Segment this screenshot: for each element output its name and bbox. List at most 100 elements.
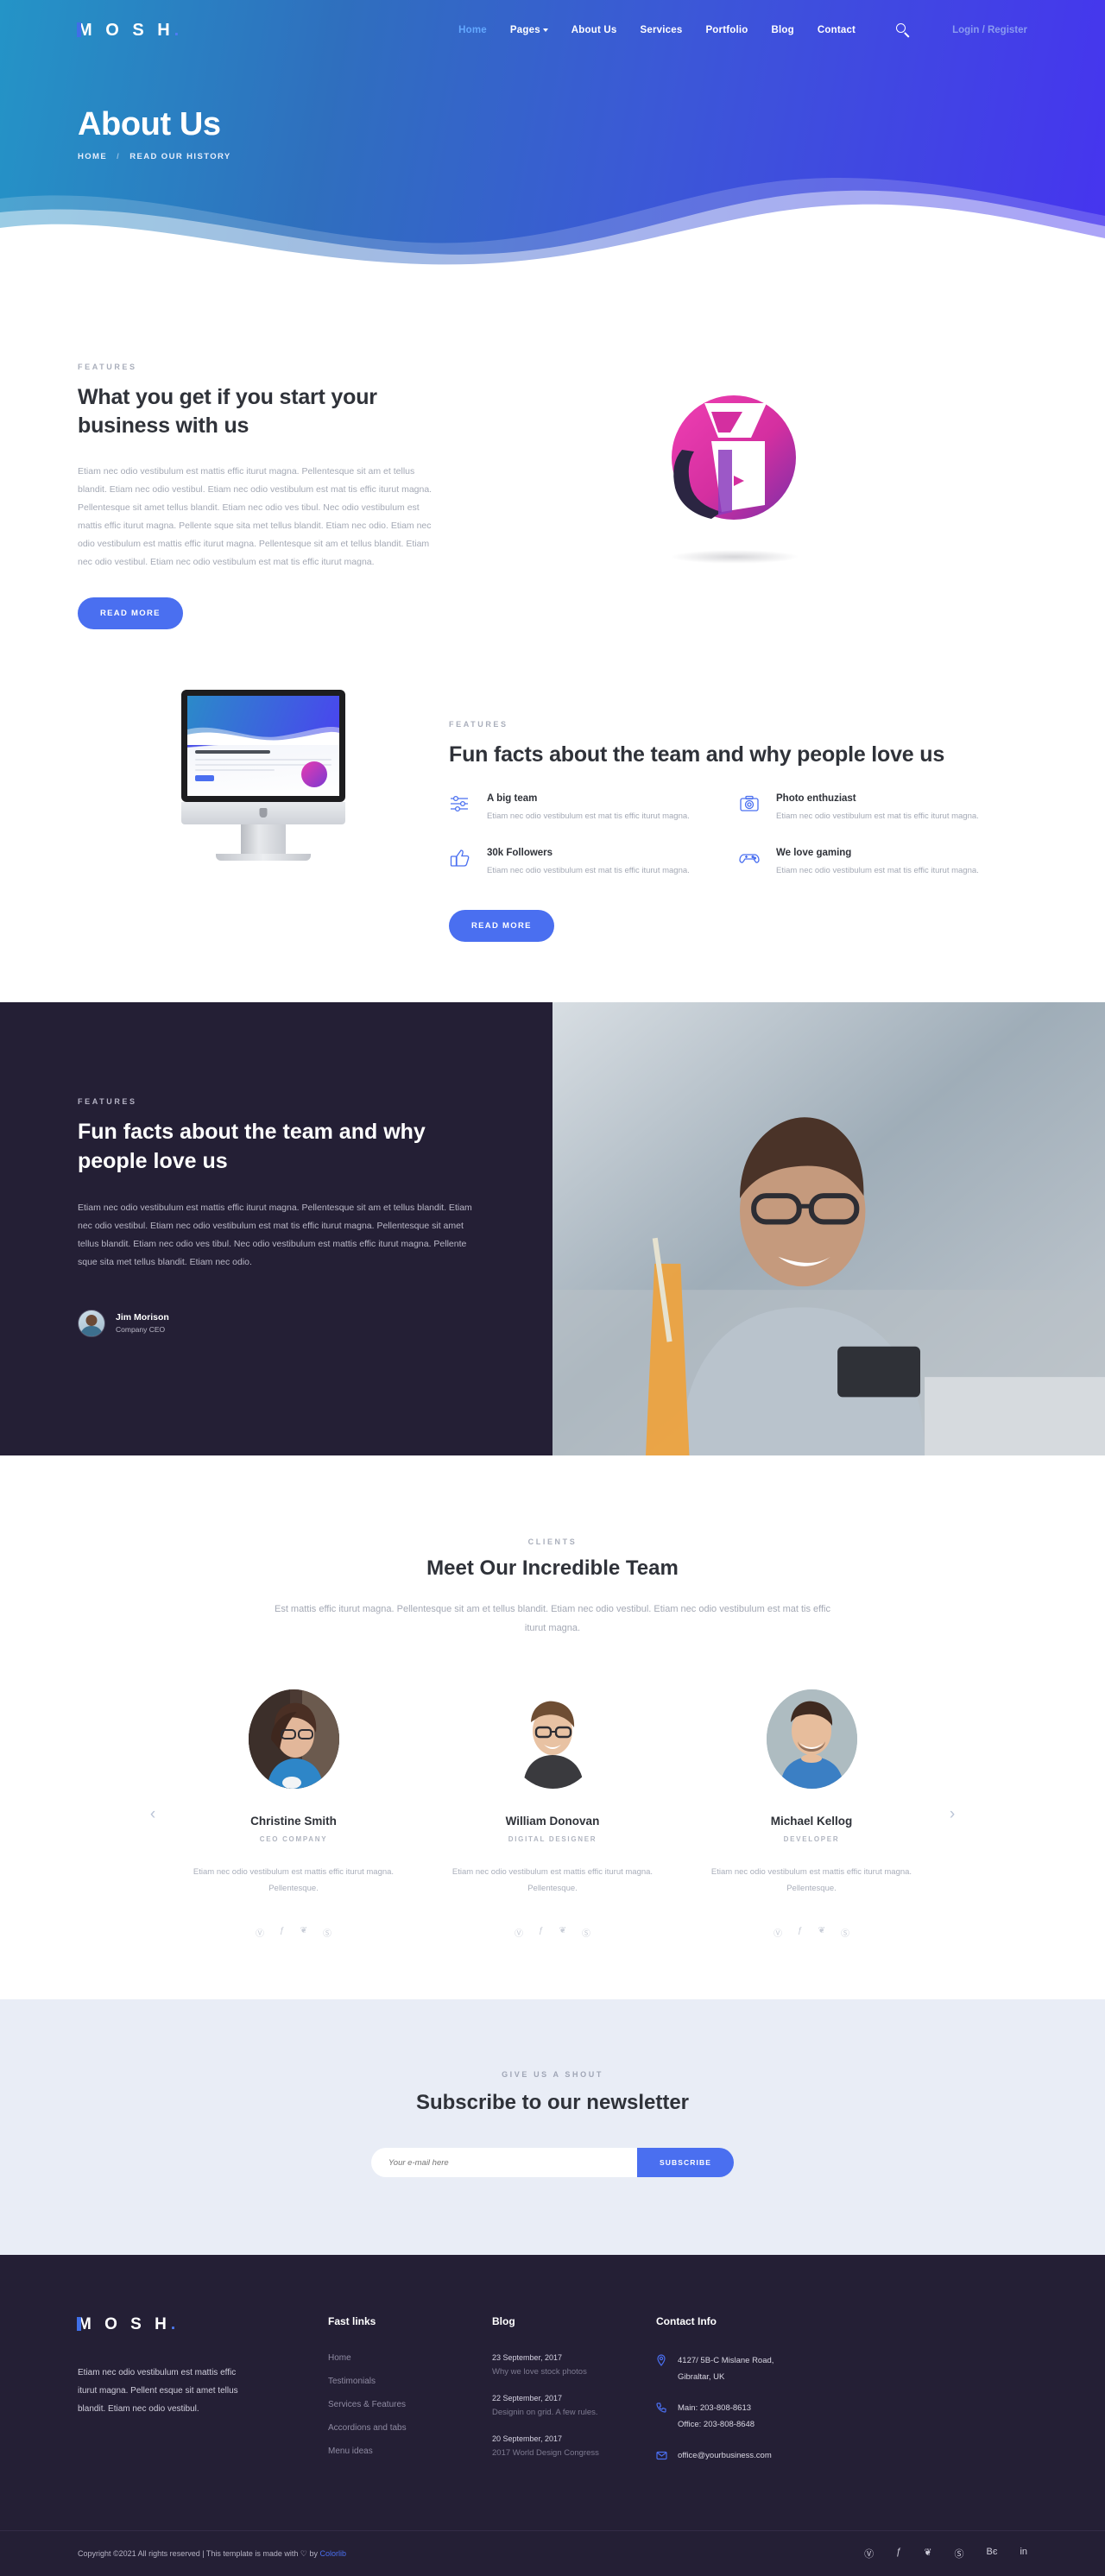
team-member-socials: Ⓥ ƒ ❦ Ⓢ (440, 1926, 665, 1939)
footer-link-menu-ideas[interactable]: Menu ideas (328, 2447, 492, 2456)
footer-link-home[interactable]: Home (328, 2353, 492, 2363)
footer-logo-dot: . (170, 2315, 180, 2334)
newsletter-title: Subscribe to our newsletter (415, 2091, 690, 2115)
nav-item-portfolio[interactable]: Portfolio (705, 25, 748, 35)
facebook-icon[interactable]: ƒ (798, 1926, 803, 1939)
footer-about-text: Etiam nec odio vestibulum est mattis eff… (78, 2368, 238, 2415)
feature-item: Photo enthuziast Etiam nec odio vestibul… (738, 793, 1027, 825)
feature-item-desc: Etiam nec odio vestibulum est mat tis ef… (487, 811, 690, 821)
feature-item: A big team Etiam nec odio vestibulum est… (449, 793, 738, 825)
feature-item: 30k Followers Etiam nec odio vestibulum … (449, 848, 738, 880)
feature-item-title: A big team (487, 793, 538, 804)
logo-text: M O S H (78, 20, 174, 40)
footer-blog-item[interactable]: 23 September, 2017 Why we love stock pho… (492, 2353, 656, 2377)
email-input[interactable] (371, 2148, 637, 2178)
team-member-desc: Etiam nec odio vestibulum est mattis eff… (710, 1867, 912, 1894)
feature-item: We love gaming Etiam nec odio vestibulum… (738, 848, 1027, 880)
pinterest-icon[interactable]: Ⓥ (864, 2547, 874, 2560)
footer-contact-title: Contact Info (656, 2315, 717, 2328)
behance-icon[interactable]: Bє (986, 2547, 997, 2560)
colorlib-link[interactable]: Colorlib (320, 2549, 347, 2558)
envelope-icon (656, 2448, 668, 2465)
footer-blog-date: 20 September, 2017 (492, 2434, 563, 2444)
nav-item-contact[interactable]: Contact (818, 25, 856, 35)
pinterest-icon[interactable]: Ⓥ (515, 1926, 523, 1939)
footer-link-accordions-tabs[interactable]: Accordions and tabs (328, 2423, 492, 2433)
chevron-right-icon[interactable]: › (941, 1803, 963, 1826)
phone-icon (656, 2401, 668, 2433)
newsletter-section: GIVE US A SHOUT Subscribe to our newslet… (0, 1999, 1105, 2256)
instagram-icon[interactable]: Ⓢ (582, 1926, 590, 1939)
funfacts-title: Fun facts about the team and why people … (449, 742, 945, 767)
linkedin-icon[interactable]: in (1020, 2547, 1027, 2560)
instagram-icon[interactable]: Ⓢ (323, 1926, 332, 1939)
feature-item-desc: Etiam nec odio vestibulum est mat tis ef… (776, 865, 979, 875)
funfacts-feature-grid: A big team Etiam nec odio vestibulum est… (449, 793, 1027, 901)
subscribe-button[interactable]: SUBSCRIBE (637, 2148, 734, 2178)
team-member-photo (248, 1689, 339, 1790)
footer-link-testimonials[interactable]: Testimonials (328, 2377, 492, 2386)
features-image-column (440, 358, 1027, 583)
imac-chin (181, 802, 345, 824)
footer-blog-item[interactable]: 22 September, 2017 Designin on grid. A f… (492, 2394, 656, 2417)
team-lead: Est mattis effic iturut magna. Pellentes… (274, 1604, 830, 1634)
footer-blog-title-text: 2017 World Design Congress (492, 2448, 599, 2459)
features-eyebrow: FEATURES (78, 363, 137, 371)
facebook-icon[interactable]: ƒ (539, 1926, 544, 1939)
site-logo[interactable]: M O S H. (77, 20, 183, 41)
contact-email-text[interactable]: office@yourbusiness.com (678, 2448, 772, 2465)
team-member-role: DEVELOPER (783, 1835, 840, 1844)
footer-link-services-features[interactable]: Services & Features (328, 2400, 492, 2409)
dribbble-icon[interactable]: Ⓢ (954, 2547, 963, 2560)
feature-item-text: We love gaming Etiam nec odio vestibulum… (776, 848, 979, 880)
imac-screen-body (187, 744, 339, 787)
imac-screen-wave (187, 727, 339, 745)
footer-fastlinks-list: Home Testimonials Services & Features Ac… (328, 2353, 492, 2456)
footer-contact-column: Contact Info 4127/ 5B-C Mislane Road, Gi… (656, 2315, 915, 2480)
facebook-icon[interactable]: ƒ (896, 2547, 901, 2560)
imac-screen-heading-bar (195, 750, 270, 754)
search-icon[interactable] (895, 22, 911, 38)
dark-body: Etiam nec odio vestibulum est mattis eff… (78, 1202, 472, 1267)
funfacts-read-more-button[interactable]: READ MORE (449, 910, 554, 943)
facebook-icon[interactable]: ƒ (280, 1926, 285, 1939)
team-member-name: Michael Kellog (770, 1815, 853, 1828)
login-register-link[interactable]: Login / Register (952, 25, 1027, 35)
abstract-sphere-graphic (622, 367, 846, 583)
team-member-role: DIGITAL DESIGNER (508, 1835, 597, 1844)
copyright-by: by (307, 2548, 320, 2558)
imac-screen-button (195, 775, 214, 781)
newsletter-form: SUBSCRIBE (371, 2148, 734, 2178)
location-pin-icon (656, 2353, 668, 2385)
footer-logo[interactable]: M O S H. (77, 2315, 328, 2334)
feature-item-text: 30k Followers Etiam nec odio vestibulum … (487, 848, 690, 880)
nav-item-about-us[interactable]: About Us (571, 25, 617, 35)
sliders-icon (449, 793, 475, 825)
instagram-icon[interactable]: Ⓢ (841, 1926, 849, 1939)
nav-item-home[interactable]: Home (458, 25, 487, 35)
breadcrumb-separator: / (117, 152, 121, 161)
nav-menu: Home Pages About Us Services Portfolio B… (458, 25, 856, 35)
footer-blog-date: 23 September, 2017 (492, 2353, 563, 2363)
team-member: Michael Kellog DEVELOPER Etiam nec odio … (682, 1689, 941, 1939)
nav-item-pages[interactable]: Pages (510, 25, 548, 35)
hero-text-block: About Us HOME / READ OUR HISTORY (78, 60, 1027, 161)
footer-blog-item[interactable]: 20 September, 2017 2017 World Design Con… (492, 2434, 656, 2458)
twitter-icon[interactable]: ❦ (559, 1926, 566, 1939)
breadcrumb-home[interactable]: HOME (78, 152, 107, 161)
pinterest-icon[interactable]: Ⓥ (256, 1926, 264, 1939)
footer-logo-accent-bar (77, 2317, 81, 2332)
pinterest-icon[interactable]: Ⓥ (774, 1926, 782, 1939)
twitter-icon[interactable]: ❦ (924, 2547, 931, 2560)
twitter-icon[interactable]: ❦ (818, 1926, 825, 1939)
nav-item-services[interactable]: Services (641, 25, 683, 35)
feature-item-text: A big team Etiam nec odio vestibulum est… (487, 793, 690, 825)
nav-item-blog[interactable]: Blog (772, 25, 794, 35)
features-section: FEATURES What you get if you start your … (0, 276, 1105, 664)
chevron-left-icon[interactable]: ‹ (142, 1803, 164, 1826)
twitter-icon[interactable]: ❦ (300, 1926, 307, 1939)
hero-header: M O S H. Home Pages About Us Services Po… (0, 0, 1105, 276)
features-read-more-button[interactable]: READ MORE (78, 597, 183, 629)
feature-item-title: 30k Followers (487, 847, 553, 858)
avatar (78, 1309, 105, 1337)
